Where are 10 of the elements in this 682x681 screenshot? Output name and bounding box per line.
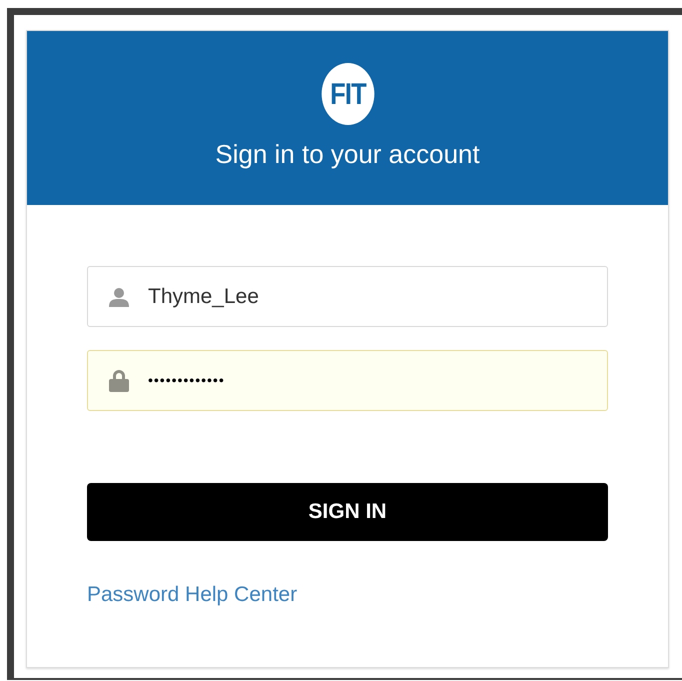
- user-icon: [108, 286, 130, 308]
- username-value: Thyme_Lee: [148, 284, 259, 310]
- fit-logo: FIT: [321, 63, 374, 125]
- masked-password: •••••••••••••: [148, 371, 225, 390]
- password-help-link[interactable]: Password Help Center: [87, 579, 298, 610]
- username-field[interactable]: Thyme_Lee: [87, 266, 608, 327]
- sign-in-button[interactable]: SIGN IN: [87, 483, 608, 541]
- lock-icon: [108, 368, 130, 392]
- password-field[interactable]: •••••••••••••: [87, 350, 608, 411]
- sign-in-title: Sign in to your account: [215, 138, 480, 171]
